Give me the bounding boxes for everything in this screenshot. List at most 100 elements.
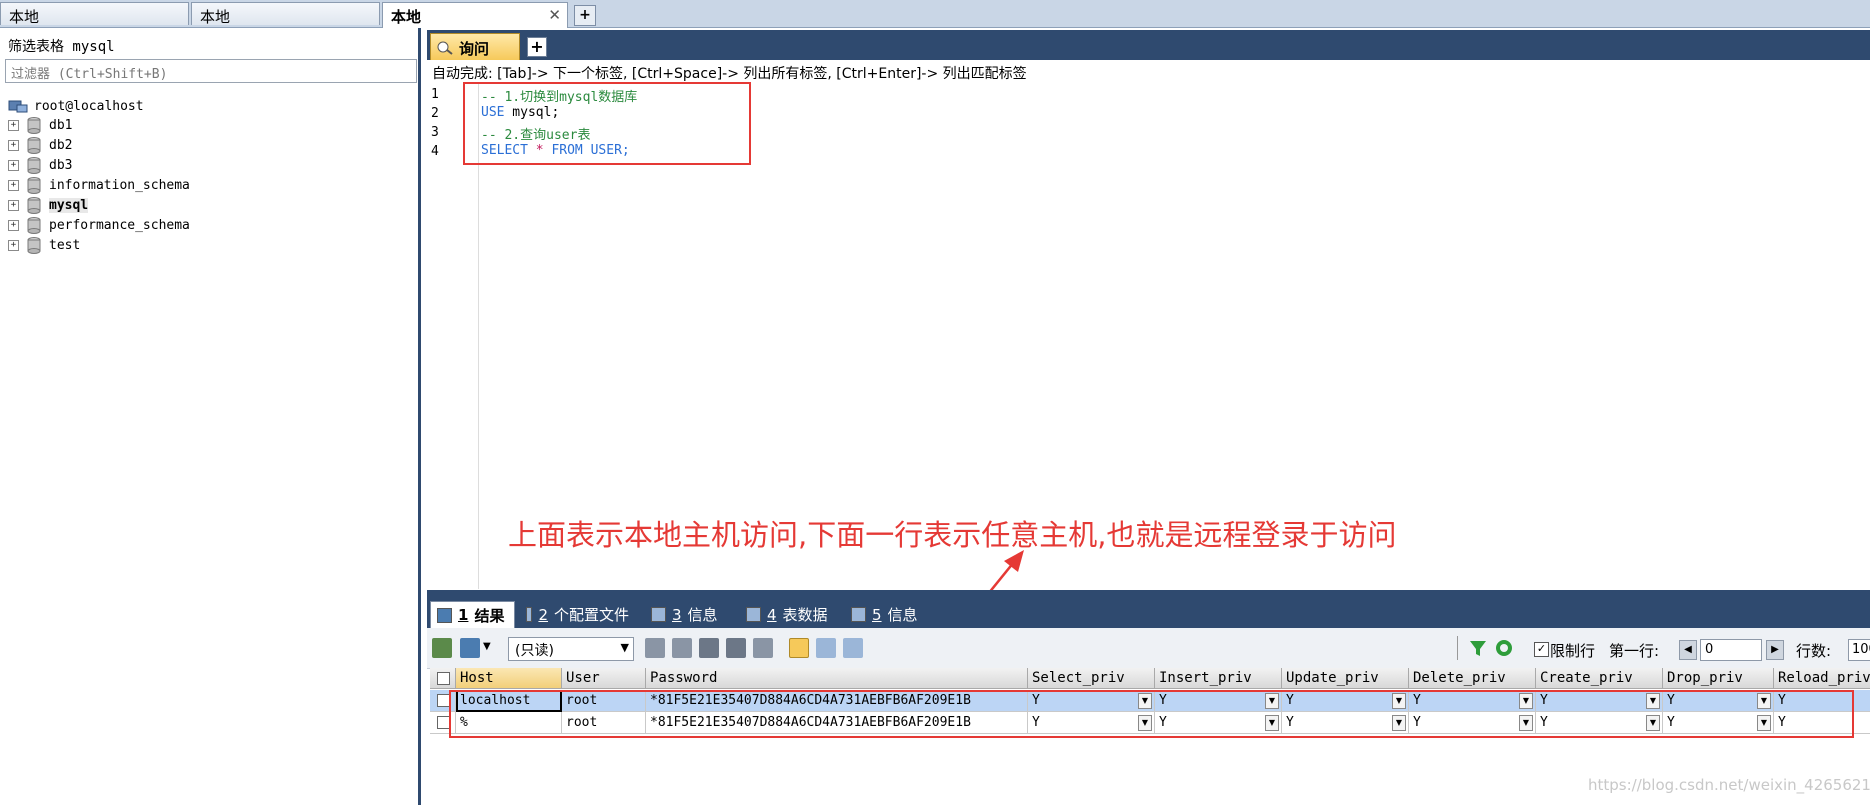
row-count-input[interactable]: 1000 [1848, 639, 1870, 661]
tree-item-database[interactable]: + db2 [8, 135, 72, 155]
expand-icon[interactable]: + [8, 119, 19, 131]
autocomplete-hint: 自动完成: [Tab]-> 下一个标签, [Ctrl+Space]-> 列出所有… [432, 66, 1027, 82]
database-label: db2 [49, 137, 73, 153]
expand-icon[interactable]: + [8, 179, 19, 191]
tab-query[interactable]: 询问 [430, 33, 520, 60]
line-number: 1 [431, 87, 439, 102]
duplicate-row-icon[interactable] [672, 638, 692, 658]
connection-tab-1[interactable]: 本地 [0, 2, 189, 26]
tree-item-database[interactable]: + db1 [8, 115, 72, 135]
form-view-icon[interactable] [816, 638, 836, 658]
expand-icon[interactable]: + [8, 159, 19, 171]
database-label: performance_schema [49, 217, 190, 233]
root-connection-label: root@localhost [34, 98, 144, 114]
database-icon [27, 197, 41, 214]
column-header[interactable]: Insert_priv [1155, 668, 1282, 689]
limit-rows-checkbox[interactable]: ✓ [1534, 642, 1549, 657]
expand-icon[interactable]: + [8, 199, 19, 211]
connection-tab-2[interactable]: 本地 [191, 2, 380, 26]
query-icon [437, 41, 453, 55]
readonly-select-value: (只读) [515, 643, 554, 659]
tree-item-database[interactable]: + mysql [8, 195, 89, 215]
chevron-down-icon[interactable]: ▼ [483, 641, 491, 652]
annotation-box-results [449, 690, 1854, 738]
close-tab-icon[interactable]: ✕ [548, 6, 561, 24]
first-row-input[interactable]: 0 [1700, 639, 1762, 661]
tab-label: 个配置文件 [553, 606, 629, 624]
filter-icon[interactable] [1468, 638, 1488, 658]
table-data-icon [746, 607, 761, 622]
limit-rows-label: 限制行 [1550, 642, 1596, 660]
database-icon [27, 117, 41, 134]
tree-root-connection[interactable]: root@localhost [8, 96, 144, 116]
tab-number: 3 [672, 605, 682, 624]
tab-result-2[interactable]: 2 个配置文件 [520, 601, 635, 628]
new-connection-tab-button[interactable]: + [574, 5, 596, 26]
tab-result-3[interactable]: 3 信息 [645, 601, 735, 628]
tab-number: 1 [458, 606, 469, 624]
first-row-label: 第一行: [1609, 642, 1660, 660]
column-header[interactable]: User [562, 668, 646, 689]
delete-icon[interactable] [726, 638, 746, 658]
add-query-tab-button[interactable]: + [527, 37, 547, 57]
tab-label: 结果 [474, 606, 505, 625]
text-view-icon[interactable] [843, 638, 863, 658]
column-header[interactable]: Update_priv [1282, 668, 1409, 689]
database-label: db1 [49, 117, 73, 133]
splitter-handle[interactable] [427, 590, 1870, 598]
annotation-box-query [463, 82, 751, 165]
database-icon [27, 237, 41, 254]
column-header[interactable]: Create_priv [1536, 668, 1663, 689]
tree-item-database[interactable]: + test [8, 235, 80, 255]
column-header[interactable]: Select_priv [1028, 668, 1155, 689]
readonly-select[interactable]: (只读) ▼ [508, 637, 634, 661]
tab-label: 信息 [887, 606, 918, 624]
expand-icon[interactable]: + [8, 239, 19, 251]
export-icon[interactable] [432, 638, 452, 658]
grid-view-icon[interactable] [789, 638, 809, 658]
result-tab-bar [427, 598, 1870, 628]
info-icon [851, 607, 866, 622]
select-all-checkbox[interactable] [437, 672, 450, 685]
previous-page-button[interactable]: ◀ [1679, 640, 1697, 660]
connection-tab-label: 本地 [9, 8, 40, 26]
column-header[interactable]: Reload_priv [1774, 668, 1870, 689]
save-icon[interactable] [699, 638, 719, 658]
cancel-icon[interactable] [753, 638, 773, 658]
expand-icon[interactable]: + [8, 219, 19, 231]
filter-input[interactable]: 过滤器 (Ctrl+Shift+B) [5, 59, 417, 83]
column-header[interactable]: Delete_priv [1409, 668, 1536, 689]
query-tab-bar [427, 30, 1870, 60]
database-icon [27, 217, 41, 234]
tree-item-database[interactable]: + performance_schema [8, 215, 190, 235]
add-row-icon[interactable] [645, 638, 665, 658]
result-grid-icon [437, 607, 452, 623]
row-count-label: 行数: [1796, 642, 1832, 660]
tab-label: 信息 [687, 606, 718, 624]
tab-label: 表数据 [782, 606, 828, 624]
column-header[interactable]: Host [456, 668, 562, 689]
tree-item-database[interactable]: + db3 [8, 155, 72, 175]
database-label: mysql [49, 197, 89, 213]
database-label: db3 [49, 157, 73, 173]
tab-result-5[interactable]: 5 信息 [845, 601, 930, 628]
column-header[interactable]: Password [646, 668, 1028, 689]
server-icon [8, 100, 28, 113]
chevron-down-icon: ▼ [620, 641, 629, 654]
tree-item-database[interactable]: + information_schema [8, 175, 190, 195]
tab-result-1[interactable]: 1 结果 [430, 601, 515, 628]
expand-icon[interactable]: + [8, 139, 19, 151]
connection-tab-label: 本地 [200, 8, 231, 26]
toolbar-divider [1457, 636, 1458, 660]
tab-result-4[interactable]: 4 表数据 [740, 601, 840, 628]
database-label: information_schema [49, 177, 190, 193]
database-icon [27, 137, 41, 154]
tab-number: 5 [872, 605, 882, 624]
next-page-button[interactable]: ▶ [1766, 640, 1784, 660]
connection-tab-3[interactable]: 本地 ✕ [382, 2, 568, 28]
database-label: test [49, 237, 81, 253]
refresh-icon[interactable] [1494, 638, 1514, 658]
import-icon[interactable] [460, 638, 480, 658]
column-header[interactable]: Drop_priv [1663, 668, 1774, 689]
watermark: https://blog.csdn.net/weixin_42656213 [1588, 776, 1870, 794]
